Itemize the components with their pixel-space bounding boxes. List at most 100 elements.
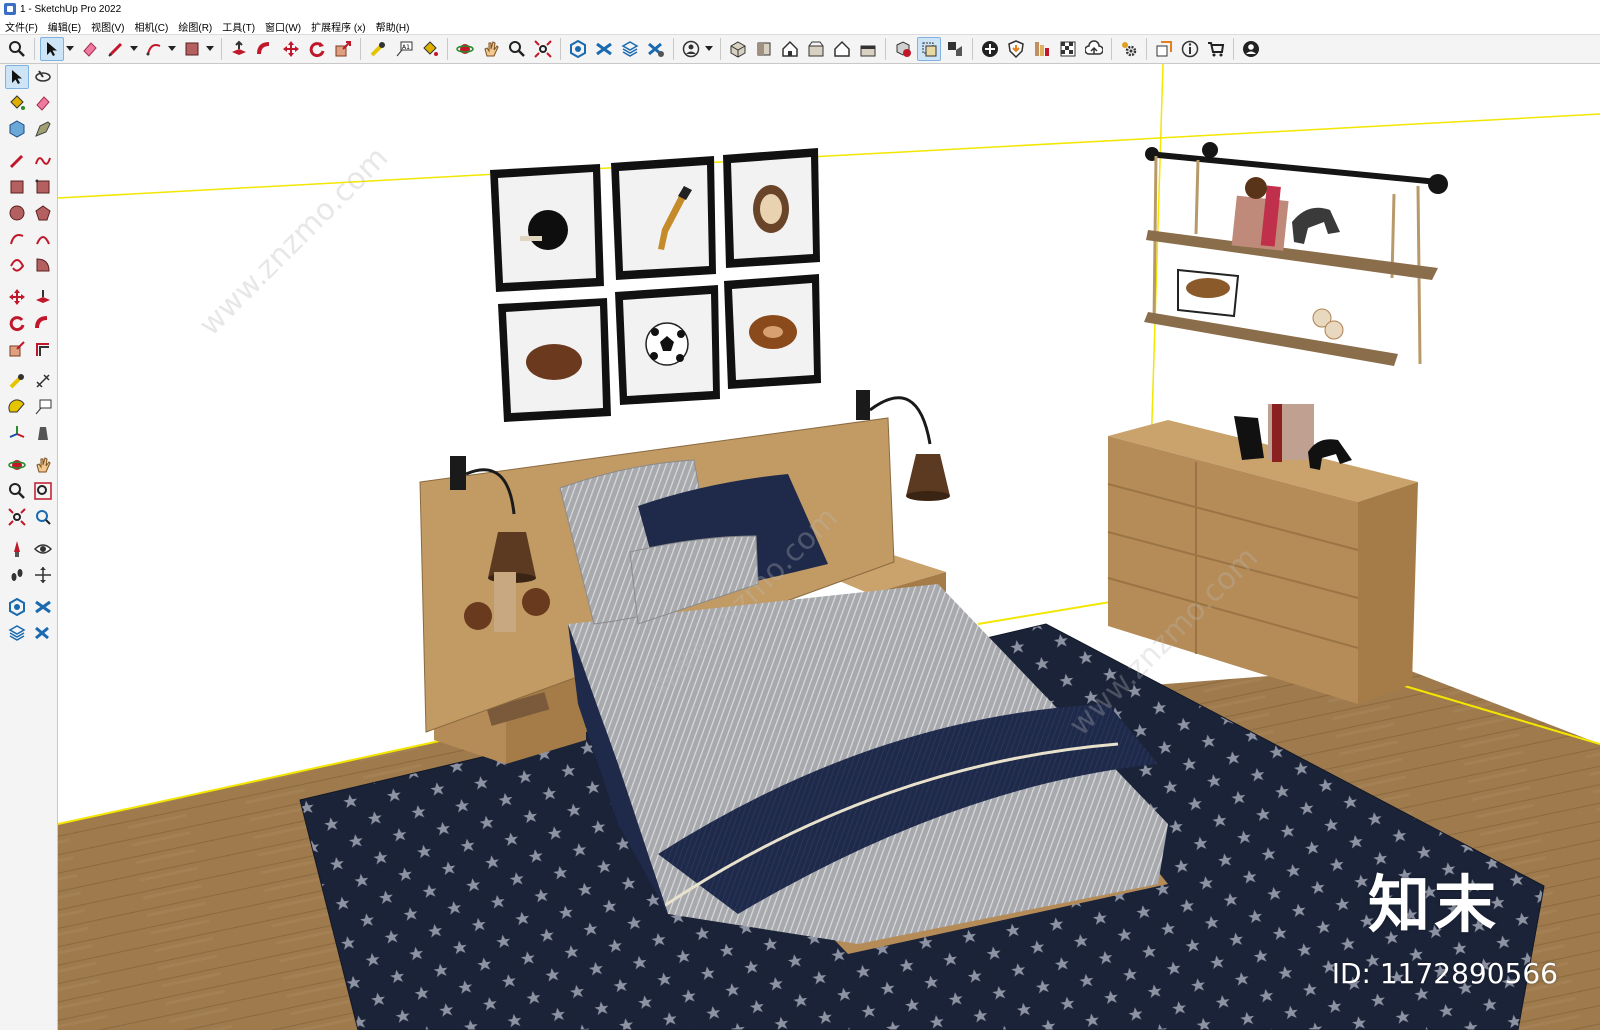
chevron-down-icon[interactable] — [205, 37, 215, 61]
shield-icon[interactable] — [1004, 37, 1028, 61]
zoom-window-icon[interactable] — [31, 479, 55, 503]
arc-icon[interactable] — [142, 37, 166, 61]
orbit-icon[interactable] — [453, 37, 477, 61]
extension-manager-icon[interactable] — [31, 621, 55, 645]
pan-hand-icon[interactable] — [479, 37, 503, 61]
picture-football[interactable] — [498, 298, 611, 422]
picture-catcher-mask[interactable] — [723, 148, 820, 268]
text-label-icon[interactable]: A1 — [392, 37, 416, 61]
menu-window[interactable]: 窗口(W) — [260, 19, 306, 34]
protractor-icon[interactable] — [5, 395, 29, 419]
select-arrow-icon[interactable] — [40, 37, 64, 61]
position-camera-icon[interactable] — [5, 537, 29, 561]
x-ray-icon[interactable] — [891, 37, 915, 61]
chevron-down-icon[interactable] — [65, 37, 75, 61]
previous-view-icon[interactable] — [31, 505, 55, 529]
axes-icon[interactable] — [5, 421, 29, 445]
settings-icon[interactable] — [1117, 37, 1141, 61]
follow-me-icon[interactable] — [253, 37, 277, 61]
chevron-down-icon[interactable] — [704, 37, 714, 61]
scenes-icon[interactable] — [1152, 37, 1176, 61]
look-around-icon[interactable] — [31, 537, 55, 561]
hidden-line-icon[interactable] — [943, 37, 967, 61]
rope-wall-shelf[interactable] — [1144, 142, 1448, 366]
extension-warehouse-icon[interactable] — [31, 595, 55, 619]
offset-icon[interactable] — [31, 337, 55, 361]
menu-help[interactable]: 帮助(H) — [371, 19, 415, 34]
zoom-icon[interactable] — [505, 37, 529, 61]
orbit-icon[interactable] — [5, 453, 29, 477]
move-icon[interactable] — [5, 285, 29, 309]
back-view-icon[interactable] — [830, 37, 854, 61]
picture-hockey-stick[interactable] — [611, 156, 716, 280]
menu-extensions[interactable]: 扩展程序 (x) — [306, 19, 370, 34]
menu-edit[interactable]: 编辑(E) — [43, 19, 86, 34]
tape-measure-icon[interactable] — [5, 369, 29, 393]
search-icon[interactable] — [5, 37, 29, 61]
walk-icon[interactable] — [5, 563, 29, 587]
eraser-icon[interactable] — [78, 37, 102, 61]
pencil-line-icon[interactable] — [5, 149, 29, 173]
front-view-icon[interactable] — [778, 37, 802, 61]
move-icon[interactable] — [279, 37, 303, 61]
chevron-down-icon[interactable] — [167, 37, 177, 61]
picture-helmet[interactable] — [490, 164, 604, 292]
tag-icon[interactable] — [31, 117, 55, 141]
pie-icon[interactable] — [31, 253, 55, 277]
paint-bucket-icon[interactable] — [5, 91, 29, 115]
right-view-icon[interactable] — [804, 37, 828, 61]
rectangle-icon[interactable] — [5, 175, 29, 199]
menu-draw[interactable]: 绘图(R) — [173, 19, 217, 34]
eraser-icon[interactable] — [31, 91, 55, 115]
follow-me-icon[interactable] — [31, 311, 55, 335]
account-icon[interactable] — [679, 37, 703, 61]
rectangle-icon[interactable] — [180, 37, 204, 61]
styles-icon[interactable] — [1056, 37, 1080, 61]
pan-hand-icon[interactable] — [31, 453, 55, 477]
component-icon[interactable] — [5, 117, 29, 141]
freehand-icon[interactable] — [31, 149, 55, 173]
layout-send-icon[interactable] — [618, 37, 642, 61]
solid-inspector-icon[interactable] — [1030, 37, 1054, 61]
3d-warehouse-icon[interactable] — [566, 37, 590, 61]
info-icon[interactable] — [1178, 37, 1202, 61]
polygon-icon[interactable] — [31, 201, 55, 225]
text-label-icon[interactable] — [31, 395, 55, 419]
two-point-arc-icon[interactable] — [31, 227, 55, 251]
push-pull-icon[interactable] — [31, 285, 55, 309]
scale-icon[interactable] — [5, 337, 29, 361]
rotated-rectangle-icon[interactable] — [31, 175, 55, 199]
section-plane-icon[interactable] — [31, 563, 55, 587]
paint-bucket-icon[interactable] — [418, 37, 442, 61]
rotate-icon[interactable] — [305, 37, 329, 61]
three-point-arc-icon[interactable] — [5, 253, 29, 277]
dimension-icon[interactable] — [31, 369, 55, 393]
push-pull-icon[interactable] — [227, 37, 251, 61]
circle-icon[interactable] — [5, 201, 29, 225]
picture-soccer-ball[interactable] — [615, 285, 720, 405]
zoom-extents-icon[interactable] — [531, 37, 555, 61]
orbit-icon[interactable] — [31, 65, 55, 89]
extension-manager-icon[interactable] — [644, 37, 668, 61]
iso-view-icon[interactable] — [726, 37, 750, 61]
select-arrow-icon[interactable] — [5, 65, 29, 89]
model-viewport[interactable]: www.znzmo.com www.znzmo.com www.znzmo.co… — [58, 64, 1600, 1030]
extension-warehouse-icon[interactable] — [592, 37, 616, 61]
3d-text-icon[interactable] — [31, 421, 55, 445]
menu-view[interactable]: 视图(V) — [86, 19, 129, 34]
3d-warehouse-icon[interactable] — [5, 595, 29, 619]
rotate-icon[interactable] — [5, 311, 29, 335]
chevron-down-icon[interactable] — [129, 37, 139, 61]
user-profile-icon[interactable] — [1239, 37, 1263, 61]
arc-icon[interactable] — [5, 227, 29, 251]
cloud-icon[interactable] — [1082, 37, 1106, 61]
menu-file[interactable]: 文件(F) — [0, 19, 43, 34]
scale-icon[interactable] — [331, 37, 355, 61]
top-view-icon[interactable] — [752, 37, 776, 61]
back-edges-icon[interactable] — [917, 37, 941, 61]
picture-baseball-glove[interactable] — [724, 274, 821, 389]
cart-icon[interactable] — [1204, 37, 1228, 61]
pencil-line-icon[interactable] — [104, 37, 128, 61]
tape-measure-icon[interactable] — [366, 37, 390, 61]
zoom-extents-icon[interactable] — [5, 505, 29, 529]
